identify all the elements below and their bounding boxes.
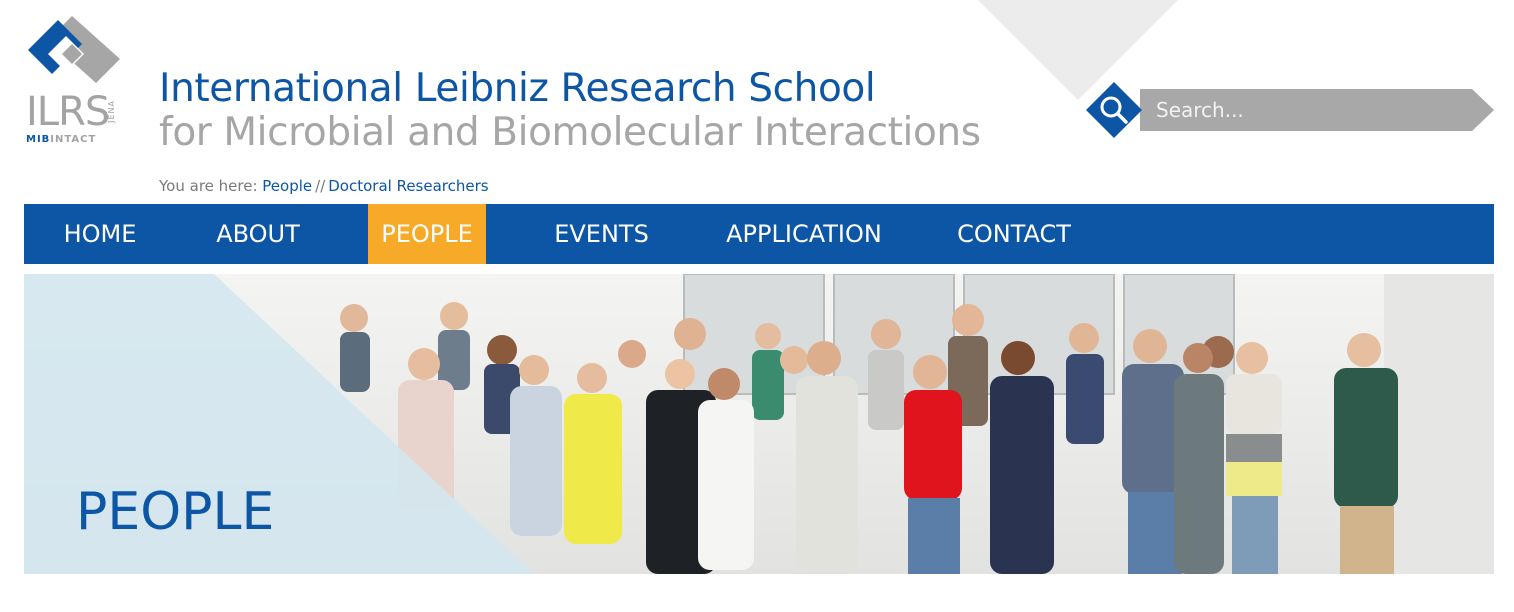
logo-mibintact-text: MIBINTACT (26, 134, 97, 145)
nav-item-contact[interactable]: CONTACT (944, 204, 1084, 264)
main-navigation: HOME ABOUT PEOPLE EVENTS APPLICATION CON… (24, 204, 1494, 264)
nav-item-application[interactable]: APPLICATION (719, 204, 889, 264)
search-input[interactable] (1156, 95, 1446, 125)
nav-item-home[interactable]: HOME (44, 204, 156, 264)
nav-item-events[interactable]: EVENTS (539, 204, 664, 264)
nav-item-about[interactable]: ABOUT (202, 204, 314, 264)
site-title-line-2[interactable]: for Microbial and Biomolecular Interacti… (159, 110, 981, 155)
breadcrumb-link-doctoral-researchers[interactable]: Doctoral Researchers (328, 177, 488, 195)
breadcrumb-link-people[interactable]: People (262, 177, 312, 195)
logo-ilrs-text: ILRS (26, 89, 110, 135)
ilrs-logo[interactable]: ILRS JENA MIBINTACT (22, 14, 124, 146)
nav-item-people[interactable]: PEOPLE (368, 204, 486, 264)
hero-page-title: PEOPLE (76, 482, 275, 542)
hero-banner: PEOPLE (24, 274, 1494, 574)
logo-jena-text: JENA (107, 100, 116, 123)
breadcrumb-separator: // (315, 177, 326, 195)
breadcrumb: You are here: People//Doctoral Researche… (159, 177, 489, 195)
magnifier-icon[interactable] (1086, 82, 1142, 138)
search-box (1086, 82, 1496, 138)
site-title-line-1[interactable]: International Leibniz Research School (159, 66, 876, 111)
logo-diamond-mark (28, 16, 120, 83)
breadcrumb-prefix: You are here: (159, 177, 258, 195)
